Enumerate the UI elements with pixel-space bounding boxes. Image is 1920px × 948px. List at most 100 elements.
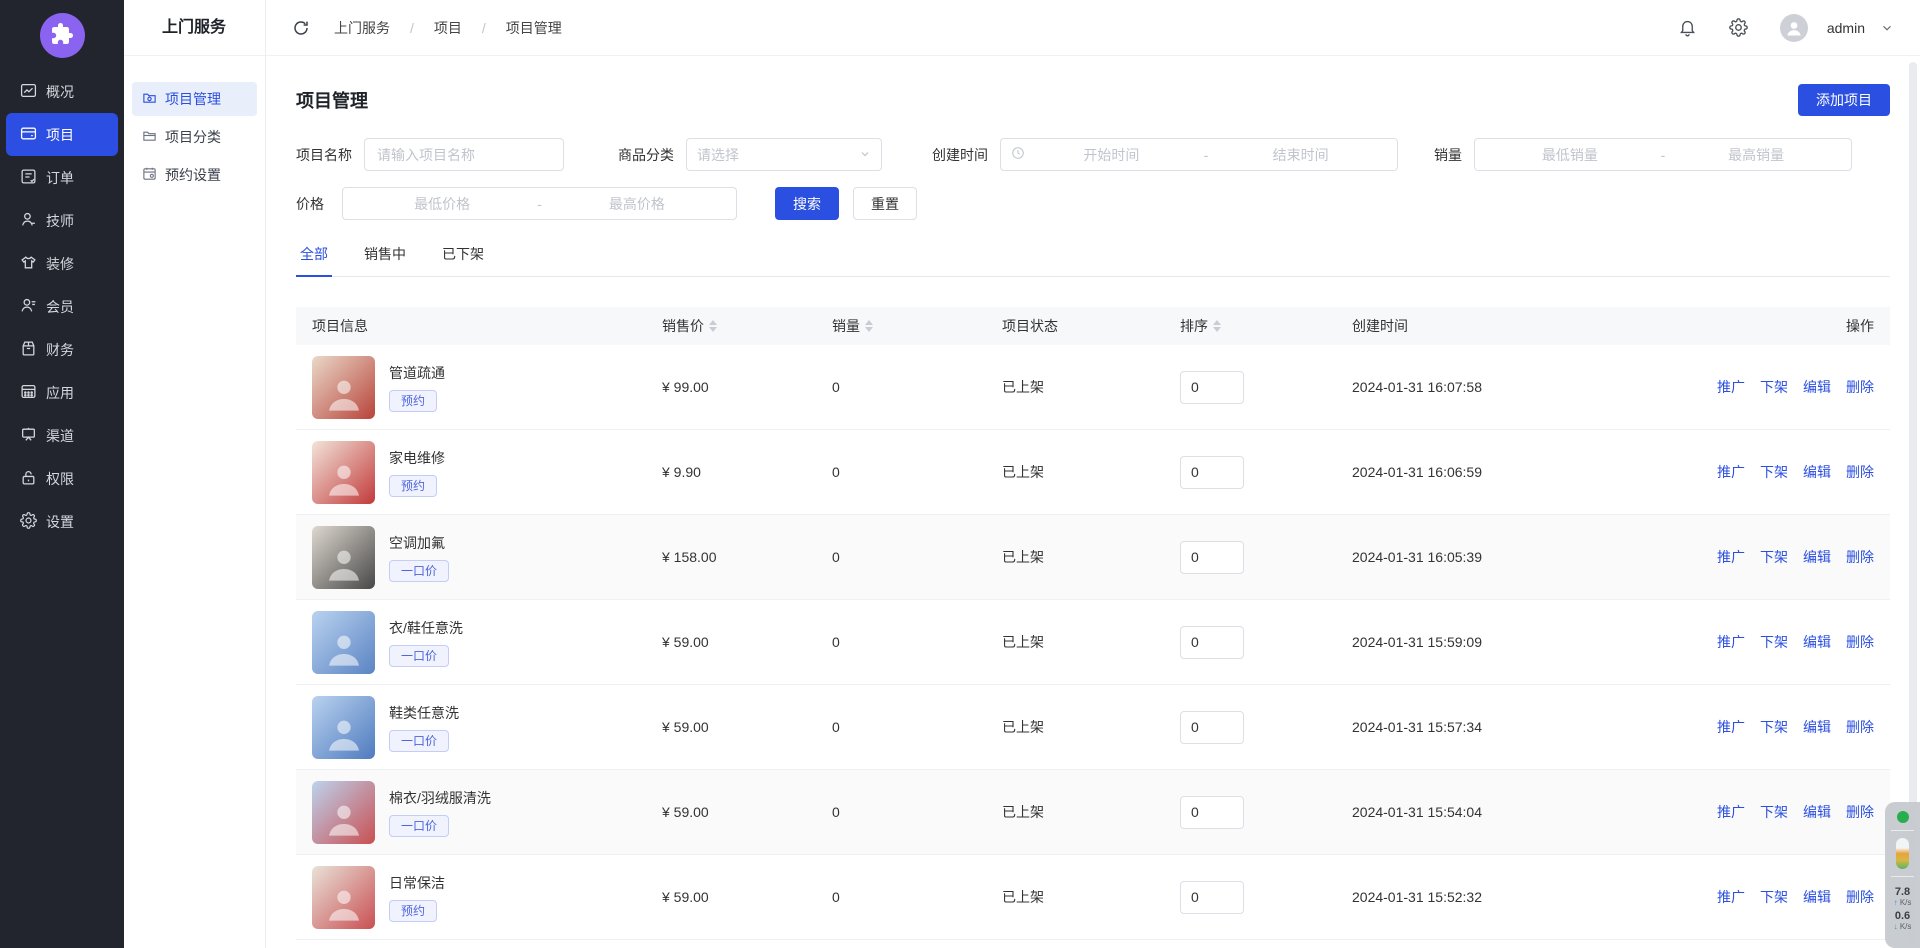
row-action-promote[interactable]: 推广 [1717, 547, 1745, 567]
sort-order-input[interactable] [1180, 881, 1244, 914]
row-action-promote[interactable]: 推广 [1717, 462, 1745, 482]
sort-order-input[interactable] [1180, 541, 1244, 574]
row-action-delete[interactable]: 删除 [1846, 377, 1874, 397]
price-range-input[interactable]: 最低价格 - 最高价格 [342, 187, 737, 220]
gear-icon[interactable] [1729, 18, 1748, 37]
row-action-promote[interactable]: 推广 [1717, 887, 1745, 907]
sidebar-item-technician[interactable]: 技师 [6, 199, 118, 242]
project-name[interactable]: 鞋类任意洗 [389, 703, 459, 723]
refresh-icon[interactable] [292, 19, 310, 37]
col-sales[interactable]: 销量 [816, 316, 986, 336]
sort-order-input[interactable] [1180, 711, 1244, 744]
row-action-take-down[interactable]: 下架 [1760, 802, 1788, 822]
sidebar-item-label: 设置 [46, 512, 74, 532]
project-thumbnail[interactable] [312, 356, 375, 419]
sidebar-item-order[interactable]: 订单 [6, 156, 118, 199]
sidebar-item-settings[interactable]: 设置 [6, 500, 118, 543]
project-thumbnail[interactable] [312, 781, 375, 844]
row-action-delete[interactable]: 删除 [1846, 887, 1874, 907]
project-name[interactable]: 棉衣/羽绒服清洗 [389, 788, 491, 808]
sort-order-input[interactable] [1180, 626, 1244, 659]
created-time-cell: 2024-01-31 16:07:58 [1336, 379, 1696, 395]
end-time-placeholder: 结束时间 [1214, 145, 1387, 165]
row-action-promote[interactable]: 推广 [1717, 717, 1745, 737]
row-action-take-down[interactable]: 下架 [1760, 717, 1788, 737]
row-action-promote[interactable]: 推广 [1717, 802, 1745, 822]
row-action-edit[interactable]: 编辑 [1803, 887, 1831, 907]
sidebar-item-overview[interactable]: 概况 [6, 70, 118, 113]
breadcrumb-item-1[interactable]: 上门服务 [334, 18, 390, 38]
avatar[interactable] [1780, 14, 1808, 42]
project-thumbnail[interactable] [312, 526, 375, 589]
project-thumbnail[interactable] [312, 611, 375, 674]
sort-order-input[interactable] [1180, 796, 1244, 829]
app-logo[interactable] [40, 13, 85, 58]
row-action-edit[interactable]: 编辑 [1803, 547, 1831, 567]
sidebar-item-permission[interactable]: 权限 [6, 457, 118, 500]
username-label[interactable]: admin [1827, 20, 1865, 36]
project-thumbnail[interactable] [312, 441, 375, 504]
col-sort[interactable]: 排序 [1164, 316, 1336, 336]
sidebar-item-project[interactable]: 项目 [6, 113, 118, 156]
category-select[interactable]: 请选择 [686, 138, 882, 171]
project-name[interactable]: 空调加氟 [389, 533, 449, 553]
subnav-item-booking-settings[interactable]: 预约设置 [132, 158, 257, 192]
sort-order-input[interactable] [1180, 371, 1244, 404]
secondary-sidebar: 上门服务 项目管理 项目分类 预约设置 [124, 0, 266, 948]
sales-range-input[interactable]: 最低销量 - 最高销量 [1474, 138, 1852, 171]
row-action-take-down[interactable]: 下架 [1760, 887, 1788, 907]
row-action-promote[interactable]: 推广 [1717, 632, 1745, 652]
row-action-take-down[interactable]: 下架 [1760, 462, 1788, 482]
project-name-input[interactable] [364, 138, 564, 171]
sidebar-item-channel[interactable]: 渠道 [6, 414, 118, 457]
sort-order-input[interactable] [1180, 456, 1244, 489]
tab-all[interactable]: 全部 [296, 244, 332, 276]
project-name[interactable]: 日常保洁 [389, 873, 445, 893]
row-action-edit[interactable]: 编辑 [1803, 632, 1831, 652]
project-thumbnail[interactable] [312, 866, 375, 929]
project-name[interactable]: 家电维修 [389, 448, 445, 468]
row-action-edit[interactable]: 编辑 [1803, 717, 1831, 737]
tab-off-shelf[interactable]: 已下架 [438, 244, 488, 276]
sort-icon[interactable] [865, 320, 873, 332]
net-speed-widget[interactable]: 7.8 ↑ K/s 0.6 ↓ K/s [1885, 802, 1920, 948]
chevron-down-icon[interactable] [1880, 21, 1894, 35]
row-action-take-down[interactable]: 下架 [1760, 547, 1788, 567]
breadcrumb-item-2[interactable]: 项目 [434, 18, 462, 38]
project-thumbnail[interactable] [312, 696, 375, 759]
project-name[interactable]: 衣/鞋任意洗 [389, 618, 463, 638]
tab-on-sale[interactable]: 销售中 [360, 244, 410, 276]
puzzle-icon [50, 22, 74, 49]
row-action-take-down[interactable]: 下架 [1760, 377, 1788, 397]
row-action-delete[interactable]: 删除 [1846, 717, 1874, 737]
row-action-edit[interactable]: 编辑 [1803, 802, 1831, 822]
row-action-edit[interactable]: 编辑 [1803, 377, 1831, 397]
project-name[interactable]: 管道疏通 [389, 363, 445, 383]
sort-icon[interactable] [709, 320, 717, 332]
bell-icon[interactable] [1678, 18, 1697, 37]
row-action-edit[interactable]: 编辑 [1803, 462, 1831, 482]
created-time-range-picker[interactable]: 开始时间 - 结束时间 [1000, 138, 1398, 171]
add-project-button[interactable]: 添加项目 [1798, 84, 1890, 116]
breadcrumb-item-3[interactable]: 项目管理 [506, 18, 562, 38]
search-button[interactable]: 搜索 [775, 187, 839, 220]
col-price[interactable]: 销售价 [646, 316, 816, 336]
subnav-item-project-manage[interactable]: 项目管理 [132, 82, 257, 116]
sort-icon[interactable] [1213, 320, 1221, 332]
sidebar-item-finance[interactable]: 财务 [6, 328, 118, 371]
row-action-delete[interactable]: 删除 [1846, 802, 1874, 822]
row-action-delete[interactable]: 删除 [1846, 462, 1874, 482]
sales-cell: 0 [816, 379, 986, 395]
row-action-take-down[interactable]: 下架 [1760, 632, 1788, 652]
row-action-promote[interactable]: 推广 [1717, 377, 1745, 397]
row-action-delete[interactable]: 删除 [1846, 547, 1874, 567]
subnav-item-label: 项目分类 [165, 127, 221, 147]
sidebar-item-apps[interactable]: 应用 [6, 371, 118, 414]
sidebar-item-member[interactable]: 会员 [6, 285, 118, 328]
row-actions: 推广下架编辑删除 [1696, 377, 1890, 397]
status-tabs: 全部 销售中 已下架 [296, 244, 1890, 277]
sidebar-item-decoration[interactable]: 装修 [6, 242, 118, 285]
row-action-delete[interactable]: 删除 [1846, 632, 1874, 652]
reset-button[interactable]: 重置 [853, 187, 917, 220]
subnav-item-project-category[interactable]: 项目分类 [132, 120, 257, 154]
